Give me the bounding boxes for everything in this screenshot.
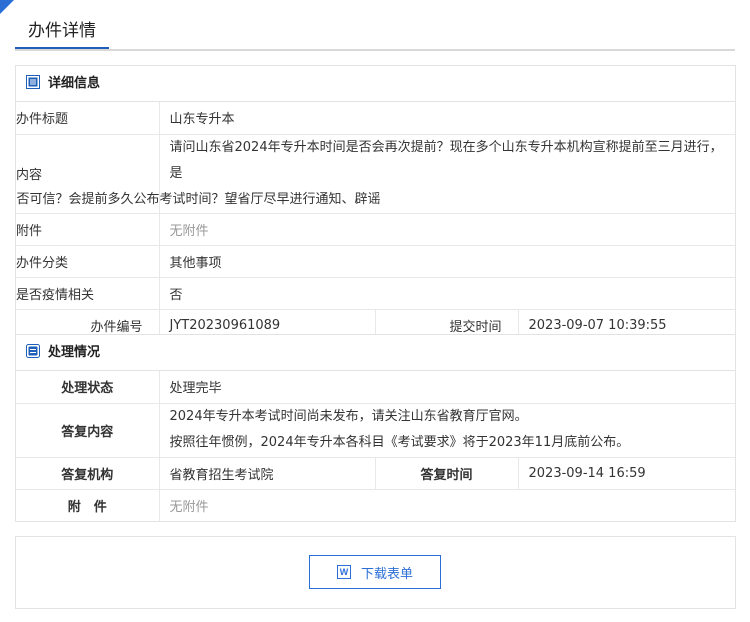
reply-line: 按照往年惯例，2024年专升本各科目《考试要求》将于2023年11月底前公布。 <box>169 435 630 450</box>
attachment-value: 无附件 <box>159 212 735 245</box>
table-row: 办件标题 山东专升本 <box>16 102 735 134</box>
table-row: 是否疫情相关 否 <box>16 276 735 309</box>
content-line: 否可信？会提前多久公布考试时间？望省厅尽早进行通知、辟谣 <box>16 191 381 207</box>
epidemic-label: 是否疫情相关 <box>16 276 160 309</box>
status-label: 处理状态 <box>16 371 160 403</box>
detail-panel-title: 详细信息 <box>48 76 101 91</box>
handling-panel: 处理情况 处理状态 处理完毕 答复内容 2024年专升本考试时间尚未发布，请关注… <box>15 334 736 522</box>
attachment-label: 附件 <box>16 212 160 245</box>
reply-value: 2024年专升本考试时间尚未发布，请关注山东省教育厅官网。 按照往年惯例，202… <box>159 402 735 457</box>
org-label: 答复机构 <box>16 456 160 489</box>
status-value: 处理完毕 <box>169 381 222 397</box>
title-value: 山东专升本 <box>169 112 235 128</box>
handling-panel-header: 处理情况 <box>16 335 735 371</box>
epidemic-value: 否 <box>159 276 735 309</box>
category-value: 其他事项 <box>159 244 735 277</box>
org-value: 省教育招生考试院 <box>159 456 375 489</box>
title-label: 办件标题 <box>16 102 160 134</box>
download-area: W 下载表单 <box>15 536 736 609</box>
content-value: 请问山东省2024年专升本时间是否会再次提前？现在多个山东专升本机构宣称提前至三… <box>17 133 735 213</box>
list-icon <box>26 68 40 89</box>
reply-time-label: 答复时间 <box>374 456 519 489</box>
download-form-button[interactable]: W 下载表单 <box>309 555 441 589</box>
download-button-label: 下载表单 <box>360 566 413 582</box>
handling-table: 处理状态 处理完毕 答复内容 2024年专升本考试时间尚未发布，请关注山东省教育… <box>16 371 735 521</box>
corner-decoration <box>0 0 14 14</box>
table-row: 处理状态 处理完毕 <box>16 371 735 403</box>
table-row: 答复机构 省教育招生考试院 答复时间 2023-09-14 16:59 <box>16 456 735 489</box>
page-title-bar: 办件详情 <box>15 16 735 51</box>
handling-attachment-label: 附 件 <box>16 488 160 521</box>
table-row: 办件分类 其他事项 <box>16 244 735 277</box>
handling-panel-title: 处理情况 <box>48 345 101 360</box>
detail-panel-header: 详细信息 <box>16 66 735 102</box>
detail-panel: 详细信息 办件标题 山东专升本 内容 请问山东省2024年专升本时间是否会再次提… <box>15 65 736 342</box>
reply-label: 答复内容 <box>16 402 160 457</box>
page-title: 办件详情 <box>15 16 109 49</box>
table-row: 附件 无附件 <box>16 212 735 245</box>
content-line: 请问山东省2024年专升本时间是否会再次提前？现在多个山东专升本机构宣称提前至三… <box>169 139 723 181</box>
reply-time-value: 2023-09-14 16:59 <box>518 456 735 489</box>
table-row: 答复内容 2024年专升本考试时间尚未发布，请关注山东省教育厅官网。 按照往年惯… <box>16 402 735 457</box>
detail-table: 办件标题 山东专升本 内容 请问山东省2024年专升本时间是否会再次提前？现在多… <box>16 102 735 341</box>
document-icon <box>26 337 40 358</box>
word-document-icon: W <box>336 565 351 579</box>
table-row: 内容 请问山东省2024年专升本时间是否会再次提前？现在多个山东专升本机构宣称提… <box>16 133 735 213</box>
handling-attachment-value: 无附件 <box>159 488 735 521</box>
reply-line: 2024年专升本考试时间尚未发布，请关注山东省教育厅官网。 <box>169 409 528 424</box>
table-row: 附 件 无附件 <box>16 488 735 521</box>
category-label: 办件分类 <box>16 244 160 277</box>
